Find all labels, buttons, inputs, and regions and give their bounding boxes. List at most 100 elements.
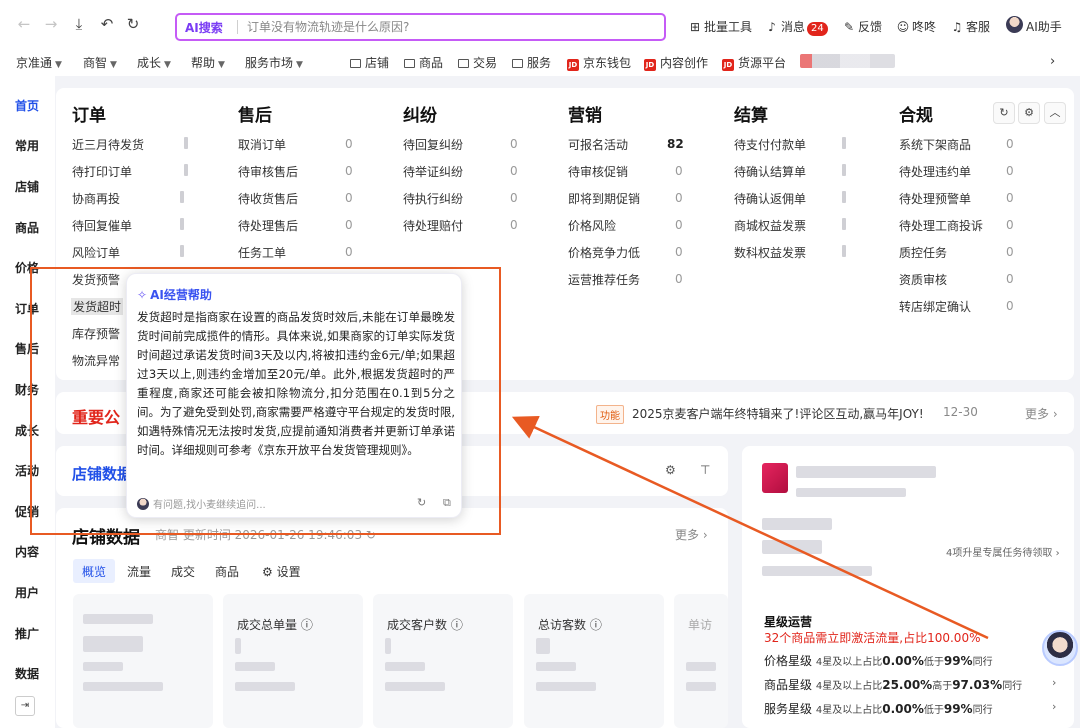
metric-card[interactable] [73, 594, 213, 728]
settings-button[interactable]: ⚙ 设置 [253, 559, 310, 583]
refresh-icon[interactable]: ↻ [993, 102, 1015, 124]
link-goods[interactable]: 商品 [404, 54, 443, 71]
link-service[interactable]: 服务 [512, 54, 551, 71]
todo-item[interactable]: 价格竞争力低 [568, 244, 640, 261]
todo-item[interactable]: 待审核促销 [568, 163, 628, 180]
todo-item[interactable]: 资质审核 [899, 271, 947, 288]
star-row-service[interactable]: 服务星级 4星及以上占比0.00%低于99%同行 [764, 700, 993, 717]
todo-item[interactable]: 待收货售后 [238, 190, 298, 207]
link-content-creation[interactable]: JD 内容创作 [644, 54, 708, 71]
sidebar-item-common[interactable]: 常用 [15, 137, 39, 154]
settings-icon[interactable]: ⚙ [1018, 102, 1040, 124]
todo-item[interactable]: 待处理预警单 [899, 190, 971, 207]
refresh-icon[interactable]: ↻ [124, 15, 142, 33]
sidebar-item-content[interactable]: 内容 [15, 543, 39, 560]
ai-assistant-float-avatar[interactable] [1042, 630, 1078, 666]
todo-item[interactable]: 待支付付款单 [734, 136, 806, 153]
todo-item[interactable]: 质控任务 [899, 244, 947, 261]
todo-item[interactable]: 待处理违约单 [899, 163, 971, 180]
todo-item[interactable]: 可报名活动 [568, 136, 628, 153]
undo-icon[interactable]: ↶ [98, 15, 116, 33]
link-jd-wallet[interactable]: JD 京东钱包 [567, 54, 631, 71]
metric-card[interactable]: 成交总单量 ⓘ [223, 594, 363, 728]
sidebar-item-ads[interactable]: 推广 [15, 625, 39, 642]
todo-item[interactable]: 待执行纠纷 [403, 190, 463, 207]
todo-item[interactable]: 任务工单 [238, 244, 286, 261]
shop-data-more-link[interactable]: 更多 › [675, 526, 708, 543]
todo-item[interactable]: 待审核售后 [238, 163, 298, 180]
todo-item[interactable]: 系统下架商品 [899, 136, 971, 153]
star-row-price[interactable]: 价格星级 4星及以上占比0.00%低于99%同行 [764, 652, 993, 669]
copy-icon[interactable]: ⧉ [443, 496, 451, 510]
followup-input[interactable]: 有问题,找小麦继续追问... [137, 496, 266, 511]
todo-item[interactable]: 待回复催单 [72, 217, 132, 234]
pin-icon[interactable]: ⊤ [700, 463, 710, 477]
chevron-right-icon[interactable]: › [1052, 700, 1056, 713]
star-ops-warning[interactable]: 32个商品需立即激活流量,占比100.00% [764, 629, 980, 646]
settings-icon[interactable]: ⚙ [665, 463, 676, 477]
todo-item[interactable]: 协商再投 [72, 190, 120, 207]
sidebar-item-shop[interactable]: 店铺 [15, 178, 39, 195]
todo-item[interactable]: 转店绑定确认 [899, 298, 971, 315]
back-icon[interactable]: ← [15, 15, 33, 33]
chevron-right-icon[interactable]: › [1050, 54, 1055, 69]
todo-item[interactable]: 待处理赔付 [403, 217, 463, 234]
tab-overview[interactable]: 概览 [73, 559, 116, 583]
todo-item[interactable]: 价格风险 [568, 217, 616, 234]
ai-assistant-button[interactable]: AI助手 [1026, 18, 1062, 35]
tab-traffic[interactable]: 流量 [118, 559, 160, 583]
notice-more-link[interactable]: 更多 › [1025, 405, 1058, 422]
todo-item[interactable]: 待确认结算单 [734, 163, 806, 180]
chevron-right-icon[interactable]: › [1052, 676, 1056, 689]
search-input[interactable] [247, 16, 647, 38]
forward-icon[interactable]: → [42, 15, 60, 33]
tab-goods[interactable]: 商品 [206, 559, 248, 583]
todo-item[interactable]: 待打印订单 [72, 163, 132, 180]
metric-card[interactable]: 成交客户数 ⓘ [373, 594, 513, 728]
customer-service-button[interactable]: ♫ 客服 [950, 18, 990, 35]
collapse-sidebar-icon[interactable]: ⇥ [15, 696, 35, 716]
messages-button[interactable]: ♪ 消息 24 [765, 18, 828, 36]
regenerate-icon[interactable]: ↻ [417, 496, 426, 509]
star-task-link[interactable]: 4项升星专属任务待领取 › [946, 544, 1060, 559]
menu-shangzhi[interactable]: 商智 ▼ [83, 54, 117, 71]
link-shop[interactable]: 店铺 [350, 54, 389, 71]
help-icon[interactable]: ⓘ [590, 618, 602, 632]
menu-jingzhuntong[interactable]: 京准通 ▼ [16, 54, 62, 71]
dongdong-button[interactable]: ☺ 咚咚 [896, 18, 936, 35]
help-icon[interactable]: ⓘ [301, 618, 313, 632]
todo-item[interactable]: 数科权益发票 [734, 244, 806, 261]
todo-item[interactable]: 运营推荐任务 [568, 271, 640, 288]
todo-item[interactable]: 近三月待发货 [72, 136, 144, 153]
sidebar-item-users[interactable]: 用户 [15, 584, 39, 601]
star-row-goods[interactable]: 商品星级 4星及以上占比25.00%高于97.03%同行 [764, 676, 1022, 693]
todo-item[interactable]: 取消订单 [238, 136, 286, 153]
feedback-button[interactable]: ✎ 反馈 [842, 18, 882, 35]
collapse-up-icon[interactable]: ︿ [1044, 102, 1066, 124]
ai-assistant-avatar[interactable] [1006, 16, 1023, 33]
redacted-tab[interactable] [800, 54, 895, 68]
menu-growth[interactable]: 成长 ▼ [137, 54, 171, 71]
batch-tools-button[interactable]: ⊞ 批量工具 [688, 18, 752, 35]
notice-headline[interactable]: 2025京麦客户端年终特辑来了!评论区互动,赢马年JOY! [632, 405, 924, 422]
help-icon[interactable]: ⓘ [451, 618, 463, 632]
todo-item[interactable]: 风险订单 [72, 244, 120, 261]
todo-item[interactable]: 待处理工商投诉 [899, 217, 983, 234]
sidebar-item-home[interactable]: 首页 [15, 97, 39, 114]
link-supply-platform[interactable]: JD 货源平台 [722, 54, 786, 71]
menu-help[interactable]: 帮助 ▼ [191, 54, 225, 71]
download-icon[interactable]: ⤓ [70, 15, 88, 33]
menu-service-market[interactable]: 服务市场 ▼ [245, 54, 303, 71]
ai-search-box[interactable]: AI搜索 [175, 13, 666, 41]
sidebar-item-goods[interactable]: 商品 [15, 219, 39, 236]
metric-card[interactable]: 总访客数 ⓘ [524, 594, 664, 728]
tab-deals[interactable]: 成交 [162, 559, 204, 583]
todo-item[interactable]: 待举证纠纷 [403, 163, 463, 180]
todo-item[interactable]: 待回复纠纷 [403, 136, 463, 153]
metric-card[interactable]: 单访 [674, 594, 728, 728]
link-trade[interactable]: 交易 [458, 54, 497, 71]
todo-item[interactable]: 待处理售后 [238, 217, 298, 234]
todo-item[interactable]: 待确认返佣单 [734, 190, 806, 207]
sidebar-item-data[interactable]: 数据 [15, 665, 39, 682]
todo-item[interactable]: 商城权益发票 [734, 217, 806, 234]
